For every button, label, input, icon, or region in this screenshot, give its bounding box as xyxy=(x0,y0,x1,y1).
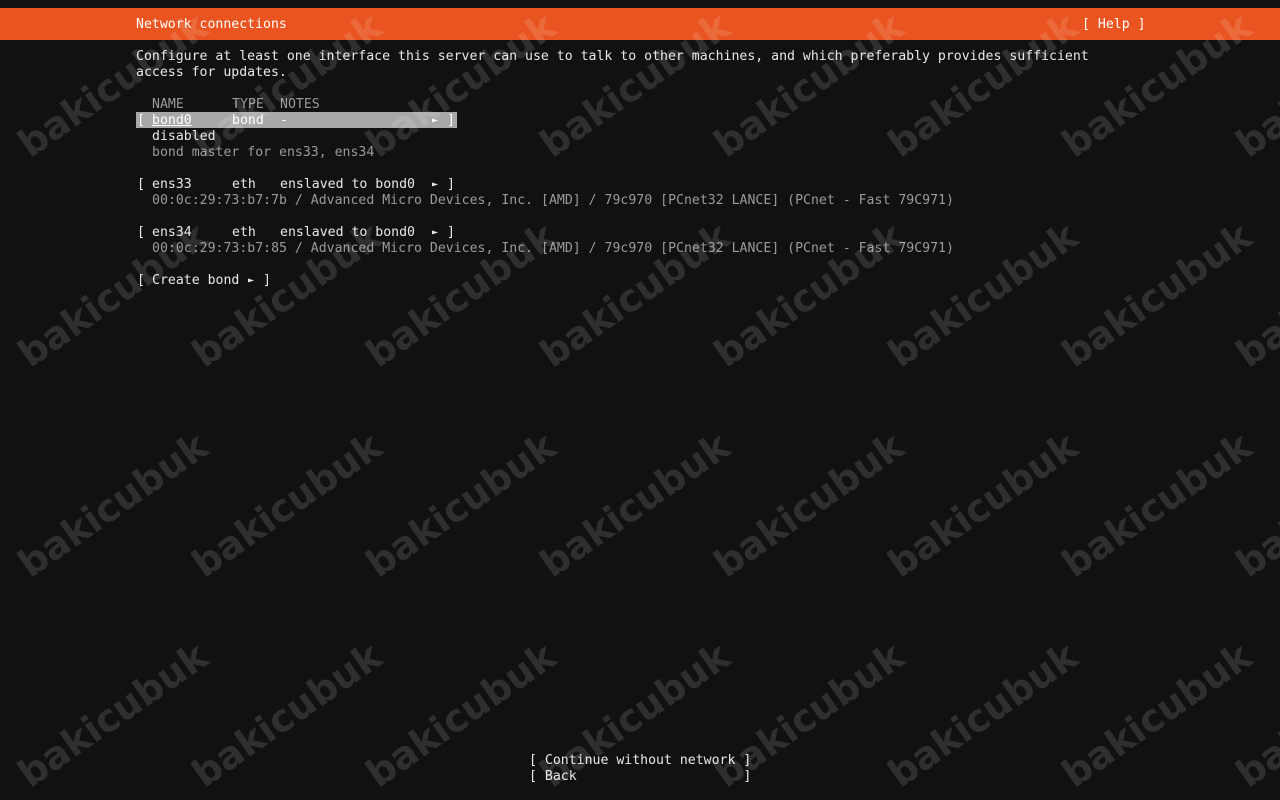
interface-type: bond xyxy=(232,113,264,128)
watermark-text: bakicubuk xyxy=(358,423,564,587)
interface-name[interactable]: ens33 xyxy=(152,177,192,193)
watermark-text: bakicubuk xyxy=(532,423,738,587)
interface-status: disabled xyxy=(152,129,216,144)
watermark-text: bakicubuk xyxy=(532,213,738,377)
row-bracket-close: ] xyxy=(447,225,455,240)
create-bond-bracket-open: [ xyxy=(137,273,145,288)
create-bond-bracket-close: ] xyxy=(263,273,271,288)
interface-detail: bond master for ens33, ens34 xyxy=(152,145,375,160)
row-bracket-close: ] xyxy=(447,177,455,192)
watermark-text: bakicubuk xyxy=(1054,633,1260,797)
row-bracket-open: [ xyxy=(137,177,145,192)
watermark-text: bakicubuk xyxy=(10,633,216,797)
installer-screen: Network connections [ Help ] Configure a… xyxy=(0,0,1280,800)
intro-text-line-1: Configure at least one interface this se… xyxy=(136,49,1089,64)
intro-text-line-2: access for updates. xyxy=(136,65,287,80)
column-header-name: NAME xyxy=(152,97,184,112)
continue-without-network-button[interactable]: [ Continue without network ] xyxy=(529,753,751,769)
watermark-text: bakicubuk xyxy=(706,423,912,587)
watermark-text: bakicubuk xyxy=(1228,213,1280,377)
interface-type: eth xyxy=(232,225,256,240)
watermark-text: bakicubuk xyxy=(880,213,1086,377)
help-button[interactable]: [ Help ] xyxy=(1082,17,1146,33)
watermark-text: bakicubuk xyxy=(706,213,912,377)
column-header-type: TYPE xyxy=(232,97,264,112)
watermark-text: bakicubuk xyxy=(184,423,390,587)
interface-name: bond0 xyxy=(152,113,192,128)
interface-notes: enslaved to bond0 xyxy=(280,225,415,240)
page-title: Network connections xyxy=(136,17,287,32)
row-menu-arrow-icon[interactable]: ► xyxy=(432,113,438,129)
watermark-text: bakicubuk xyxy=(10,423,216,587)
watermark-text: bakicubuk xyxy=(1228,423,1280,587)
row-bracket-open: [ xyxy=(137,225,145,240)
watermark-text: bakicubuk xyxy=(184,633,390,797)
watermark-text: bakicubuk xyxy=(1228,633,1280,797)
interface-detail: 00:0c:29:73:b7:85 / Advanced Micro Devic… xyxy=(152,241,954,256)
watermark-text: bakicubuk xyxy=(880,633,1086,797)
row-menu-arrow-icon[interactable]: ► xyxy=(432,225,438,241)
row-bracket-close: ] xyxy=(447,113,455,128)
header-bar: Network connections [ Help ] xyxy=(0,8,1280,40)
interface-type: eth xyxy=(232,177,256,192)
interface-notes: - xyxy=(280,113,288,128)
back-button[interactable]: [ Back ] xyxy=(529,769,751,785)
row-bracket-open: [ xyxy=(137,113,145,128)
create-bond-arrow-icon[interactable]: ► xyxy=(248,273,254,289)
top-strip xyxy=(0,0,1280,8)
watermark-text: bakicubuk xyxy=(880,423,1086,587)
interface-name[interactable]: ens34 xyxy=(152,225,192,241)
column-header-notes: NOTES xyxy=(280,97,320,112)
create-bond-button[interactable]: Create bond xyxy=(152,273,239,289)
row-menu-arrow-icon[interactable]: ► xyxy=(432,177,438,193)
watermark-text: bakicubuk xyxy=(1054,213,1260,377)
watermark-text: bakicubuk xyxy=(1054,423,1260,587)
interface-notes: enslaved to bond0 xyxy=(280,177,415,192)
interface-detail: 00:0c:29:73:b7:7b / Advanced Micro Devic… xyxy=(152,193,954,208)
